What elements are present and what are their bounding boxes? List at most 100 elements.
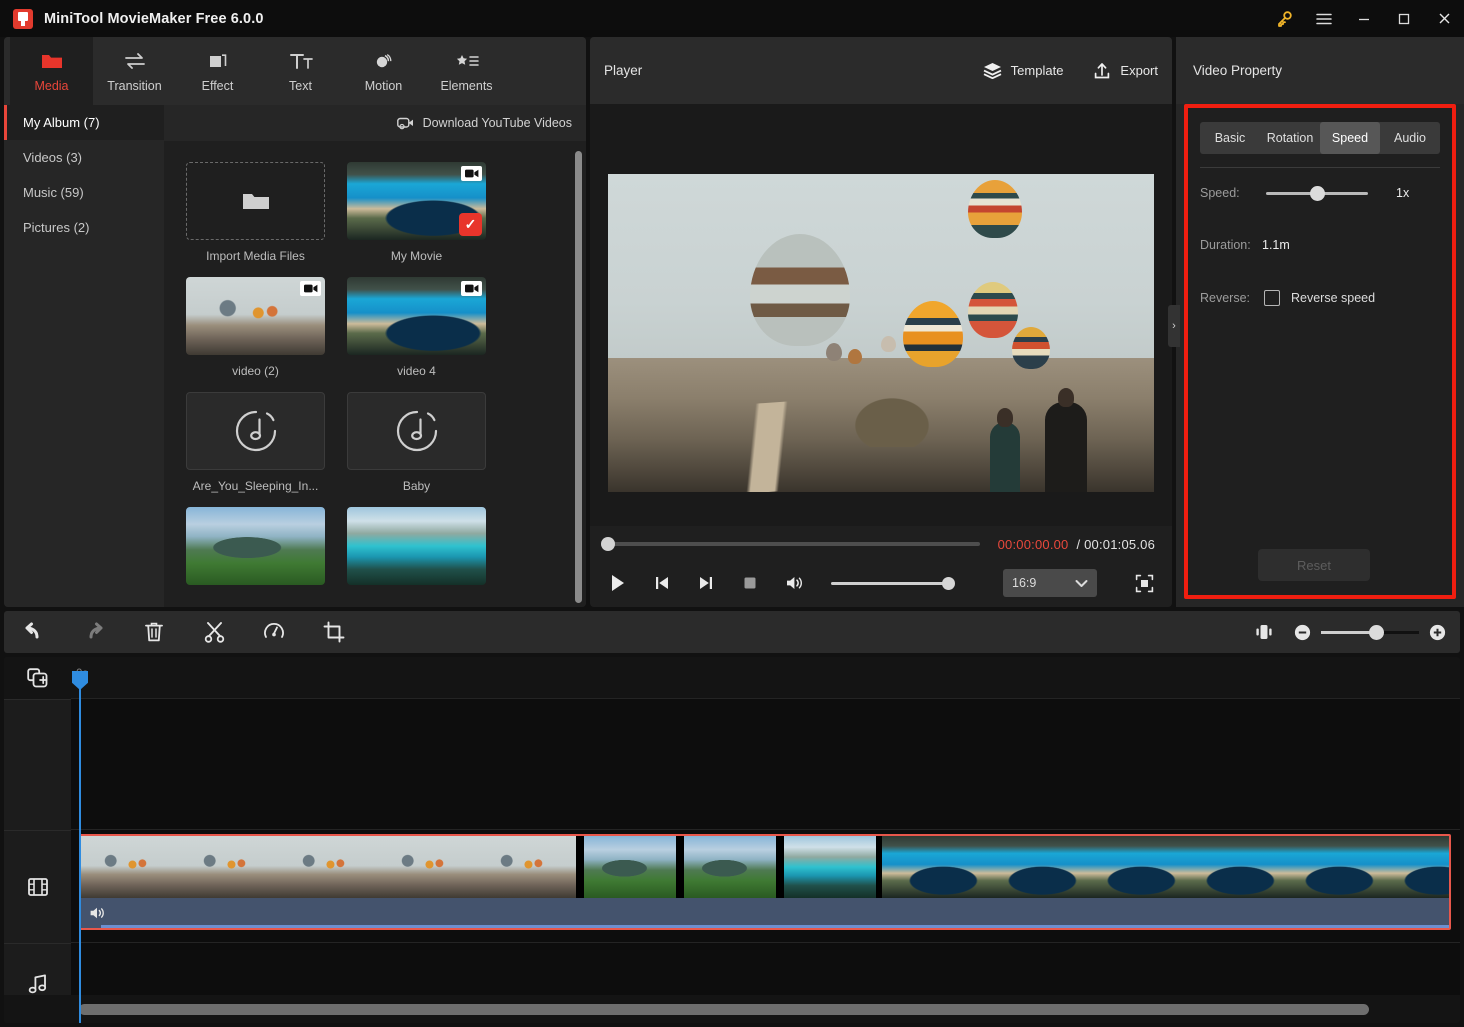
media-scrollbar[interactable] [575,151,582,603]
media-item-video-2[interactable]: video (2) [186,277,325,378]
ribbon-tab-motion[interactable]: Motion [342,37,425,105]
fullscreen-icon[interactable] [1133,572,1155,594]
import-dropzone[interactable] [186,162,325,240]
split-button[interactable] [184,611,244,653]
media-thumbnail[interactable] [186,392,325,470]
media-item-label: video (2) [232,364,279,378]
ribbon-label: Transition [107,78,162,93]
speaker-icon[interactable] [89,906,106,920]
fit-timeline-icon[interactable] [1234,611,1294,653]
chevron-right-icon[interactable]: › [1168,305,1180,347]
ribbon-tab-text[interactable]: Text [259,37,342,105]
media-item-label: Import Media Files [206,249,305,263]
ribbon-tab-effect[interactable]: Effect [176,37,259,105]
sidebar-item-my-album[interactable]: My Album (7) [4,105,164,140]
speed-button[interactable] [244,611,304,653]
timeline-track-video[interactable] [71,830,1460,943]
aspect-ratio-select[interactable]: 16:9 [1003,569,1097,597]
property-tabs: Basic Rotation Speed Audio [1200,122,1440,154]
media-item-audio-baby[interactable]: Baby [347,392,486,493]
stop-icon[interactable] [739,572,761,594]
play-icon[interactable] [607,572,629,594]
aspect-ratio-value: 16:9 [1012,576,1037,590]
speed-handle[interactable] [1310,185,1325,201]
tab-rotation[interactable]: Rotation [1260,122,1320,154]
film-strip-icon[interactable] [4,830,71,943]
key-icon[interactable] [1264,0,1304,37]
media-thumbnail[interactable] [186,277,325,355]
tab-speed[interactable]: Speed [1320,122,1380,154]
media-thumbnail[interactable] [347,277,486,355]
delete-button[interactable] [124,611,184,653]
media-item-label: video 4 [397,364,436,378]
clip-frame [584,836,676,898]
divider [1200,167,1440,168]
sidebar-item-music[interactable]: Music (59) [4,175,164,210]
transport-row: 16:9 [607,562,1155,604]
media-item-picture-2[interactable] [347,507,486,585]
upload-icon [1093,62,1111,80]
volume-slider[interactable] [831,576,955,590]
speed-slider[interactable] [1266,185,1368,201]
timeline-track-overlay[interactable] [71,699,1460,830]
media-thumbnail[interactable] [347,507,486,585]
skip-forward-icon[interactable] [695,572,717,594]
timeline-clip[interactable] [79,834,1451,930]
undo-button[interactable] [4,611,64,653]
zoom-slider[interactable] [1321,624,1419,640]
timeline-gutter [4,657,71,1023]
zoom-in-icon[interactable] [1429,624,1446,641]
tab-audio[interactable]: Audio [1380,122,1440,154]
minimize-icon[interactable] [1344,0,1384,37]
hamburger-icon[interactable] [1304,0,1344,37]
playhead[interactable] [72,671,88,1023]
seek-slider[interactable] [601,537,980,551]
close-icon[interactable] [1424,0,1464,37]
clip-frame [1179,836,1278,898]
media-thumbnail[interactable] [186,507,325,585]
media-item-picture-1[interactable] [186,507,325,585]
timeline-ruler[interactable]: 0s [71,657,1460,699]
duration-row: Duration: 1.1m [1188,238,1452,252]
reverse-speed-checkbox[interactable] [1264,290,1280,306]
media-thumbnail[interactable]: ✓ [347,162,486,240]
zoom-handle[interactable] [1369,624,1384,640]
person-right [1044,388,1087,492]
skip-back-icon[interactable] [651,572,673,594]
reset-button[interactable]: Reset [1258,549,1370,581]
sidebar-item-videos[interactable]: Videos (3) [4,140,164,175]
download-youtube-videos-button[interactable]: Download YouTube Videos [396,116,572,130]
import-media-tile[interactable]: Import Media Files [186,162,325,263]
media-item-my-movie[interactable]: ✓ My Movie [347,162,486,263]
maximize-icon[interactable] [1384,0,1424,37]
ribbon-tab-elements[interactable]: Elements [425,37,508,105]
ribbon-tab-transition[interactable]: Transition [93,37,176,105]
crop-button[interactable] [304,611,364,653]
balloon-far-3 [881,336,896,353]
app-logo-icon [13,8,33,29]
clip-frame [1278,836,1377,898]
redo-button[interactable] [64,611,124,653]
tab-basic[interactable]: Basic [1200,122,1260,154]
volume-icon[interactable] [783,572,805,594]
zoom-out-icon[interactable] [1294,624,1311,641]
template-button[interactable]: Template [983,62,1063,79]
transition-arrows-icon [123,50,147,72]
media-item-audio-are-you-sleeping[interactable]: Are_You_Sleeping_In... [186,392,325,493]
video-preview[interactable] [608,174,1154,492]
timeline-horizontal-scrollbar[interactable] [79,1004,1369,1015]
video-badge-icon [300,281,321,296]
app-window: MiniTool MovieMaker Free 6.0.0 Media Tra… [0,0,1464,1027]
seek-handle[interactable] [601,537,615,551]
media-thumbnail[interactable] [347,392,486,470]
clip-audio-strip[interactable] [81,898,1449,928]
volume-handle[interactable] [942,576,955,590]
tab-label: Speed [1331,131,1369,145]
media-item-video-4[interactable]: video 4 [347,277,486,378]
ribbon-tab-media[interactable]: Media [10,37,93,105]
balloon-red-stripe [968,282,1019,339]
media-grid: Import Media Files ✓ My Movie video (2) … [164,141,586,607]
add-media-icon[interactable] [4,657,71,699]
sidebar-item-pictures[interactable]: Pictures (2) [4,210,164,245]
export-button[interactable]: Export [1093,62,1158,80]
